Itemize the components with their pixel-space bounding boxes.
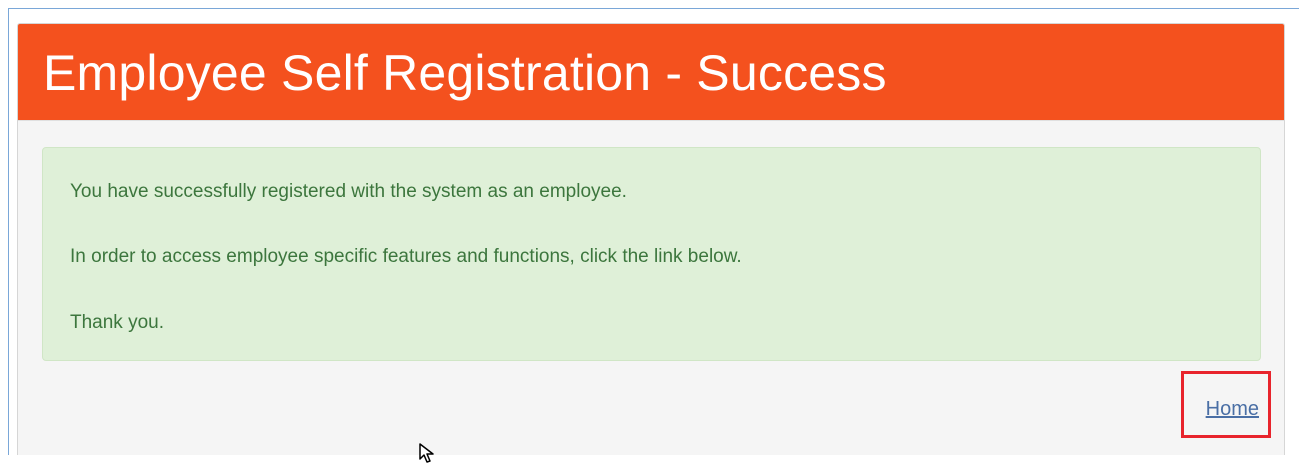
page-title: Employee Self Registration - Success bbox=[43, 45, 887, 101]
success-message: You have successfully registered with th… bbox=[70, 181, 627, 202]
instruction-message: In order to access employee specific fea… bbox=[70, 246, 742, 267]
panel-heading: Employee Self Registration - Success bbox=[18, 24, 1284, 121]
thank-you-message: Thank you. bbox=[70, 312, 164, 333]
registration-success-panel: Employee Self Registration - Success You… bbox=[17, 23, 1285, 455]
success-alert: You have successfully registered with th… bbox=[42, 147, 1261, 361]
home-link[interactable]: Home bbox=[1206, 398, 1259, 421]
arrow-cursor-icon bbox=[419, 443, 434, 463]
